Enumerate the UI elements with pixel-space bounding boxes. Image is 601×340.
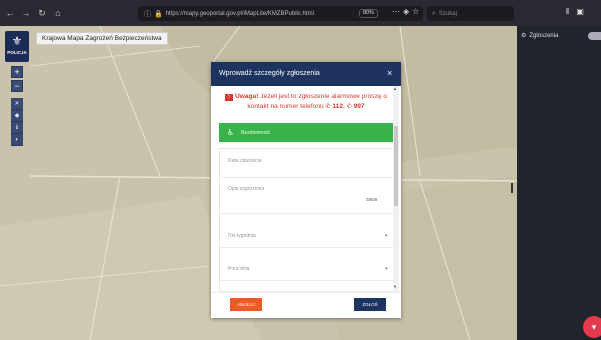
back-icon[interactable]: ←	[4, 7, 16, 19]
divider	[220, 177, 398, 178]
home-icon[interactable]: ⌂	[52, 7, 64, 19]
report-form: Data zdarzenia Opis zagrożenia 0/500 Dni…	[219, 148, 399, 292]
close-icon[interactable]: ×	[387, 68, 392, 78]
phone-icon: ✆	[325, 104, 331, 110]
panel-title: Zgłoszenia	[529, 32, 559, 39]
more-icon[interactable]: ⋯	[392, 7, 403, 16]
pocket-icon[interactable]: ◈	[403, 7, 412, 16]
browser-right-icons: ⫴▣	[566, 7, 591, 17]
scroll-down-icon[interactable]: ▼	[393, 284, 397, 289]
warning-bold: Uwaga!	[234, 93, 259, 100]
modal-scrollbar[interactable]: ▲ ▼	[393, 86, 399, 292]
policja-logo: ⚜ POLICJA	[5, 31, 29, 62]
sidebar-icon[interactable]: ▣	[576, 7, 591, 16]
panel-toggle[interactable]	[588, 32, 601, 40]
description-field[interactable]: Opis zagrożenia	[228, 186, 390, 192]
description-counter: 0/500	[366, 197, 378, 202]
time-of-day-select[interactable]: Pora dnia	[228, 266, 390, 272]
modal-header: Wprowadź szczegóły zgłoszenia ×	[211, 62, 401, 86]
date-field[interactable]: Data zdarzenia	[228, 158, 390, 164]
info-icon[interactable]: ⓘ	[144, 9, 151, 19]
divider	[220, 280, 398, 281]
lock-icon: 🔒	[154, 10, 163, 18]
search-placeholder: Szukaj	[438, 10, 457, 17]
map-tools: ✕ ◆ ℹ ◐	[11, 98, 23, 146]
info-tool-icon[interactable]: ℹ	[11, 122, 23, 134]
search-icon: ⌕	[432, 9, 436, 17]
eagle-icon: ⚜	[11, 34, 23, 48]
search-input[interactable]: ⌕ Szukaj	[427, 6, 514, 21]
panel-header[interactable]: ⚙ Zgłoszenia	[521, 32, 559, 40]
submit-button[interactable]: ZGŁOŚ	[354, 298, 386, 311]
url-text[interactable]: https://mapy.geoportal.gov.pl/iMapLite/K…	[166, 11, 314, 17]
filter-button[interactable]: ▾	[583, 316, 601, 338]
emergency-warning: ! Uwaga! Jeżeli jest to zgłoszenie alarmo…	[220, 92, 392, 112]
zoom-controls: + −	[11, 66, 23, 94]
layers-icon[interactable]: ◐	[11, 134, 23, 146]
homeless-person-icon: ♿	[227, 128, 235, 137]
modal-title: Wprowadź szczegóły zgłoszenia	[219, 70, 320, 77]
emergency-number-997: 997	[353, 103, 365, 110]
bookmark-star-icon[interactable]: ☆	[412, 7, 422, 16]
cancel-button[interactable]: ANULUJ	[230, 298, 262, 311]
modal-body: ! Uwaga! Jeżeli jest to zgłoszenie alarmo…	[211, 86, 401, 292]
logo-text: POLICJA	[7, 50, 27, 55]
divider	[220, 247, 398, 248]
reports-panel: ⚙ Zgłoszenia ▾	[517, 26, 601, 340]
chevron-down-icon[interactable]: ▾	[385, 266, 388, 272]
divider	[220, 213, 398, 214]
library-icon[interactable]: ⫴	[566, 7, 576, 16]
zoom-level[interactable]: 80%	[359, 9, 379, 18]
map-toolbar: ⚜ POLICJA + − ✕ ◆ ℹ ◐	[0, 26, 34, 340]
emergency-number-112: 112	[332, 103, 344, 110]
fullscreen-icon[interactable]: ✕	[11, 98, 23, 110]
reload-icon[interactable]: ↻	[36, 7, 48, 19]
url-actions: ⋯◈☆	[392, 7, 422, 16]
locate-icon[interactable]: ◆	[11, 110, 23, 122]
category-label: Bezdomność	[241, 129, 271, 136]
gear-icon: ⚙	[521, 33, 527, 39]
phone-icon: ✆	[346, 104, 352, 110]
map-title: Krajowa Mapa Zagrożeń Bezpieczeństwa	[36, 32, 168, 45]
filter-icon: ▾	[591, 322, 597, 332]
forward-icon[interactable]: →	[20, 7, 32, 19]
report-modal: Wprowadź szczegóły zgłoszenia × ! Uwaga! …	[211, 62, 401, 318]
chevron-down-icon[interactable]: ▾	[385, 233, 388, 239]
zoom-in-button[interactable]: +	[11, 66, 23, 78]
category-banner[interactable]: ♿ Bezdomność	[219, 123, 399, 142]
scroll-thumb[interactable]	[394, 126, 398, 206]
scroll-up-icon[interactable]: ▲	[393, 86, 397, 91]
panel-resize-handle[interactable]	[511, 183, 513, 193]
warning-text: Jeżeli jest to zgłoszenie alarmowe prosz…	[247, 93, 388, 110]
url-bar[interactable]: ⓘ 🔒 https://mapy.geoportal.gov.pl/iMapLi…	[138, 6, 423, 21]
modal-footer: ANULUJ ZGŁOŚ	[211, 292, 401, 318]
zoom-out-button[interactable]: −	[11, 80, 23, 92]
alert-icon: !	[224, 94, 233, 101]
weekday-select[interactable]: Dni tygodnia	[228, 233, 390, 239]
